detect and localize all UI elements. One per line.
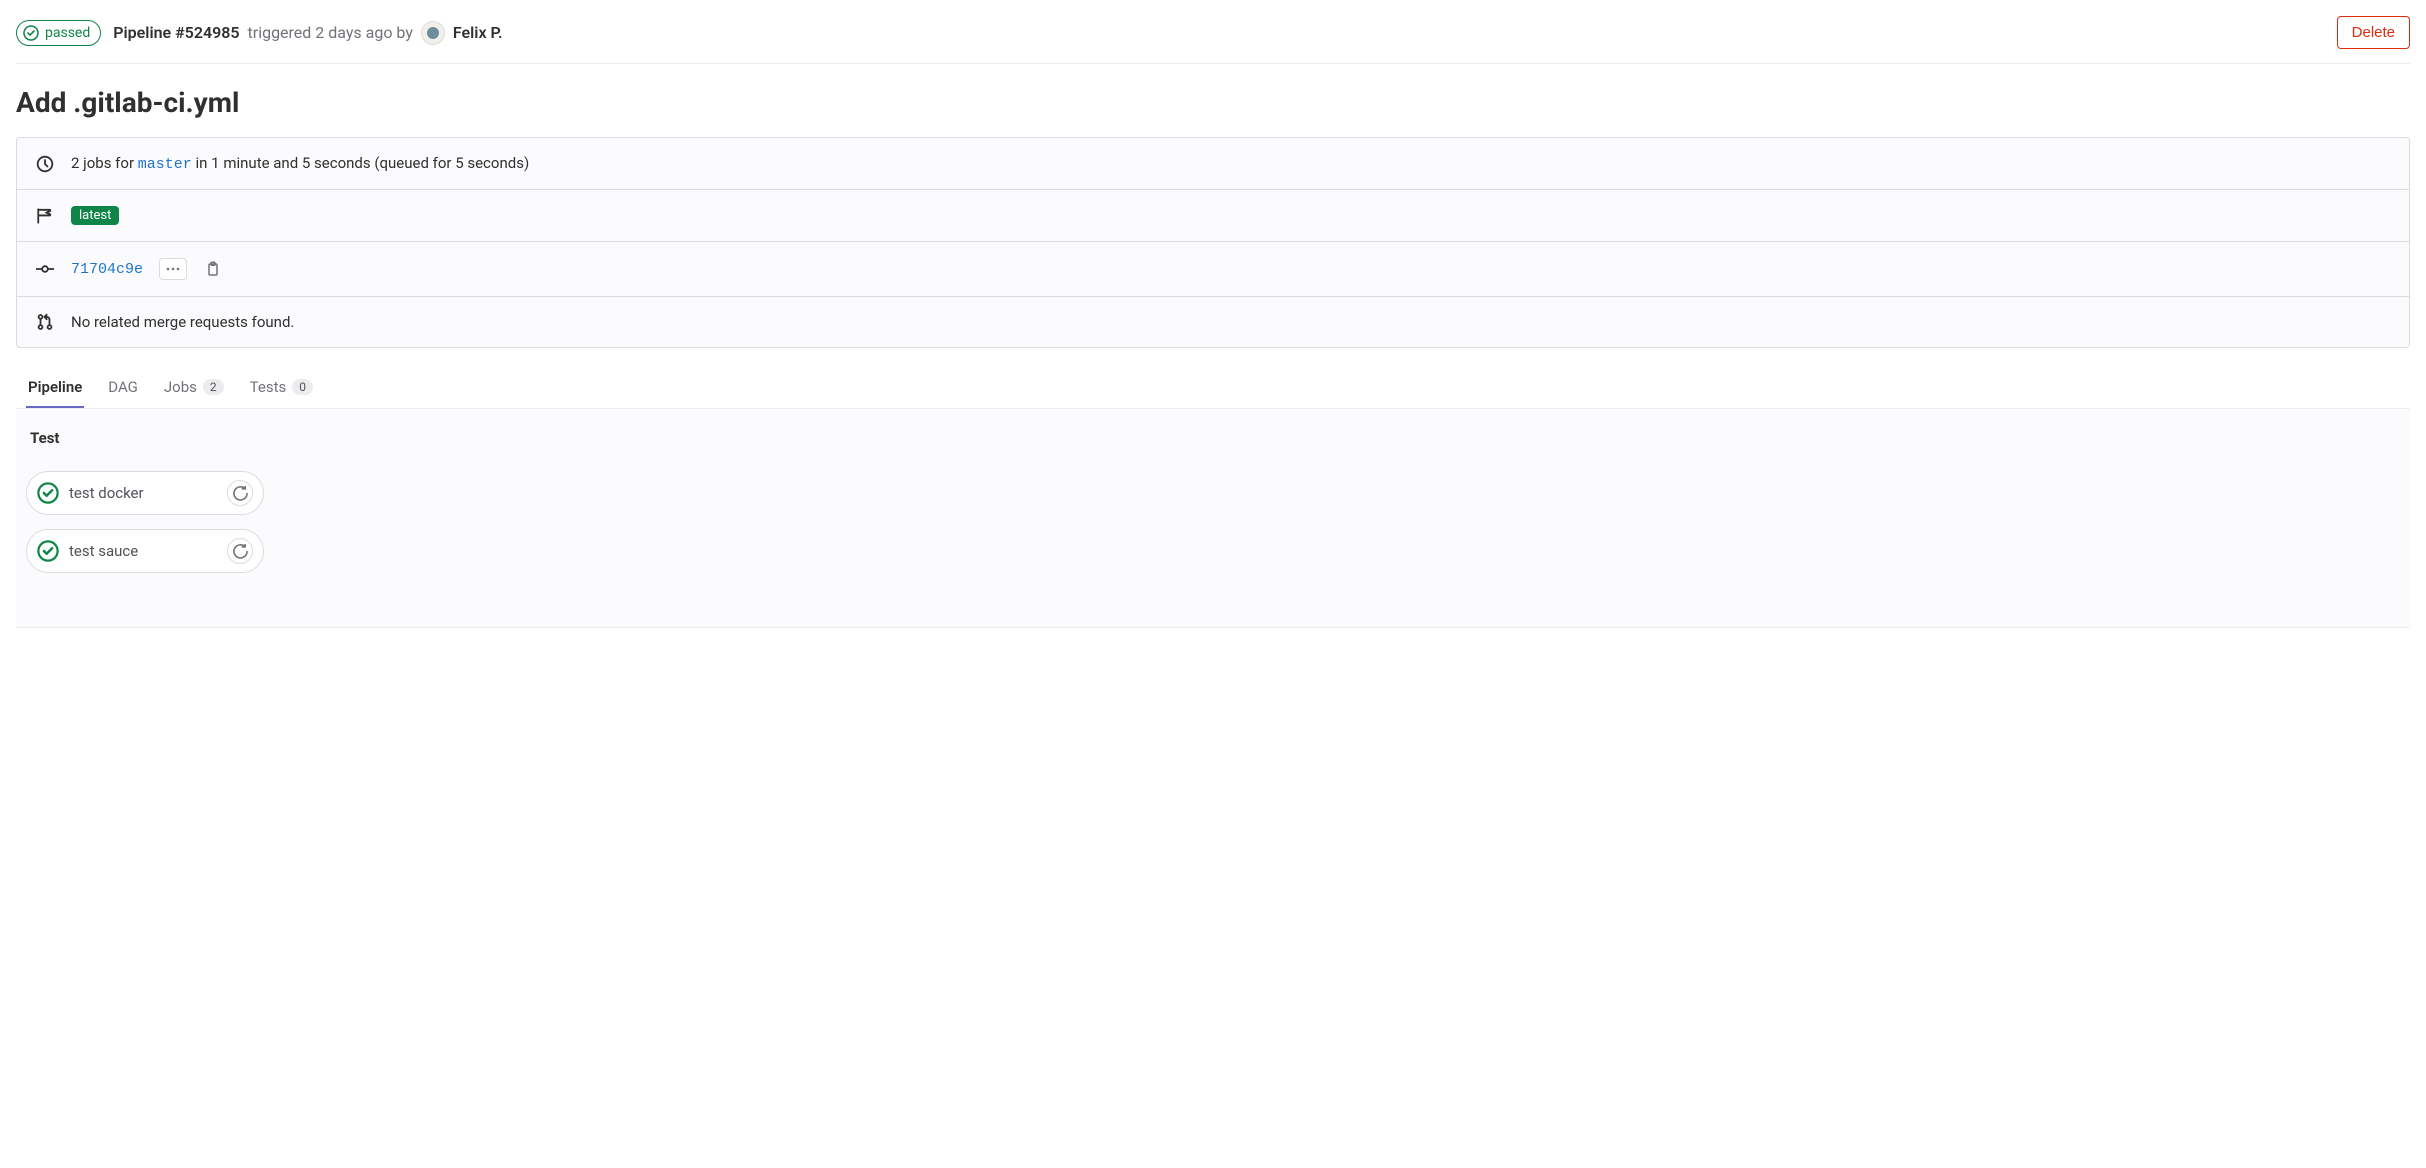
- pipeline-meta: Pipeline #524985 triggered 2 days ago by…: [113, 21, 502, 45]
- tab-pipeline[interactable]: Pipeline: [26, 366, 84, 408]
- pipeline-body: Test test docker: [16, 409, 2410, 628]
- latest-badge: latest: [71, 206, 119, 225]
- pipeline-number[interactable]: Pipeline #524985: [113, 23, 239, 42]
- jobs-count: 2: [203, 379, 224, 395]
- retry-button[interactable]: [227, 538, 253, 564]
- status-badge-passed[interactable]: passed: [16, 20, 101, 46]
- tabs: Pipeline DAG Jobs 2 Tests 0: [16, 366, 2410, 409]
- commit-sha-link[interactable]: 71704c9e: [71, 261, 143, 278]
- pipeline-header: passed Pipeline #524985 triggered 2 days…: [16, 8, 2410, 64]
- expand-button[interactable]: [159, 258, 187, 280]
- merge-request-icon: [35, 313, 55, 331]
- job-name: test sauce: [69, 542, 138, 560]
- tab-dag[interactable]: DAG: [106, 366, 140, 408]
- stage-title: Test: [26, 429, 2400, 447]
- commit-icon: [35, 260, 55, 278]
- duration-text: 2 jobs for master in 1 minute and 5 seco…: [71, 154, 529, 173]
- info-row-mr: No related merge requests found.: [17, 297, 2409, 347]
- copy-sha-button[interactable]: [203, 259, 223, 279]
- info-row-commit: 71704c9e: [17, 242, 2409, 297]
- user-link[interactable]: Felix P.: [453, 23, 503, 42]
- info-row-duration: 2 jobs for master in 1 minute and 5 seco…: [17, 138, 2409, 190]
- delete-button[interactable]: Delete: [2337, 16, 2410, 49]
- check-circle-icon: [37, 482, 59, 504]
- clock-icon: [35, 155, 55, 173]
- job-test-docker[interactable]: test docker: [26, 471, 264, 515]
- info-row-latest: latest: [17, 190, 2409, 242]
- check-circle-icon: [23, 25, 39, 41]
- info-box: 2 jobs for master in 1 minute and 5 seco…: [16, 137, 2410, 348]
- ellipsis-icon: [166, 267, 180, 271]
- job-name: test docker: [69, 484, 144, 502]
- branch-link[interactable]: master: [138, 156, 192, 173]
- retry-button[interactable]: [227, 480, 253, 506]
- job-test-sauce[interactable]: test sauce: [26, 529, 264, 573]
- status-label: passed: [45, 25, 90, 41]
- mr-text: No related merge requests found.: [71, 313, 294, 331]
- retry-icon: [233, 486, 248, 501]
- check-circle-icon: [37, 540, 59, 562]
- retry-icon: [233, 544, 248, 559]
- clipboard-icon: [205, 261, 221, 277]
- tests-count: 0: [292, 379, 313, 395]
- avatar[interactable]: [421, 21, 445, 45]
- trigger-text: triggered 2 days ago by: [248, 23, 413, 42]
- tab-tests[interactable]: Tests 0: [248, 366, 315, 408]
- flag-icon: [35, 207, 55, 225]
- page-title: Add .gitlab-ci.yml: [16, 86, 2410, 119]
- header-left: passed Pipeline #524985 triggered 2 days…: [16, 20, 503, 46]
- tab-jobs[interactable]: Jobs 2: [162, 366, 226, 408]
